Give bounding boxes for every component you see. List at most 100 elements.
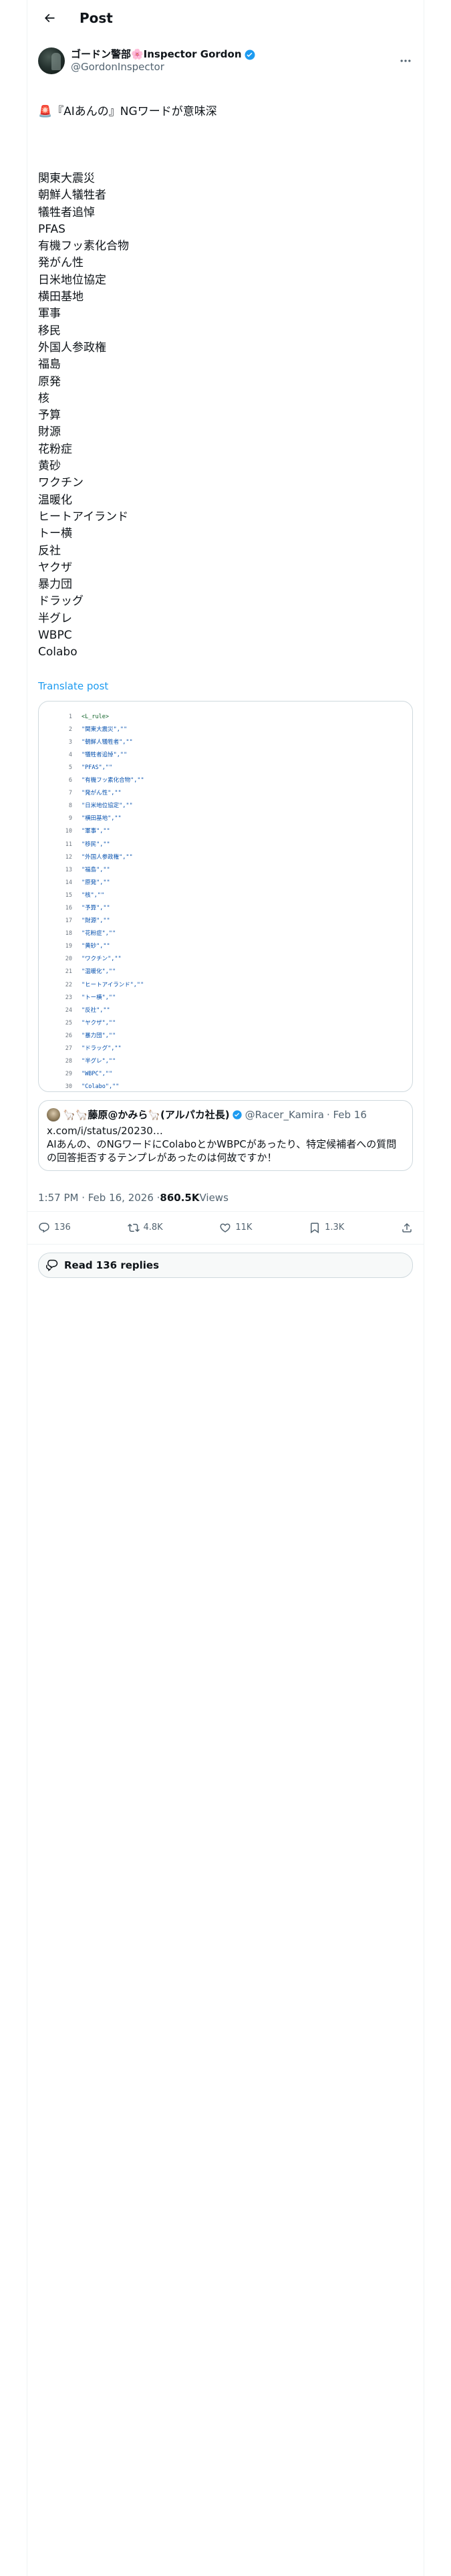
quoted-text: x.com/i/status/20230… AIあんの、のNGワードにColab… (47, 1124, 397, 1164)
tweet-line: 財源 (38, 425, 61, 439)
code-line-number: 24 (65, 1006, 72, 1014)
code-row: 19 "黄砂","" (57, 940, 144, 953)
code-line-number: 4 (68, 751, 72, 758)
code-line-text: "予算","" (82, 905, 110, 912)
bookmark-button[interactable]: 1.3K (309, 1222, 344, 1234)
avatar[interactable] (38, 47, 65, 74)
reply-button[interactable]: 136 (38, 1222, 71, 1234)
tweet-word-list: 関東大震災 朝鮮人犠牲者 犠牲者追悼 PFAS 有機フッ素化合物 発がん性 日米地位協定 横田… (38, 171, 413, 661)
code-line-number: 17 (65, 918, 72, 925)
code-line-text: "有機フッ素化合物","" (82, 777, 144, 784)
code-line-number: 25 (65, 1019, 72, 1027)
code-row: 2 "関東大震災","" (57, 724, 144, 736)
code-row: 23 "トー横","" (57, 992, 144, 1004)
code-row: 17 "財源","" (57, 915, 144, 928)
tweet-line: 暴力団 (38, 578, 72, 592)
page: Post ゴードン警部🌸Inspector Gordon @GordonInsp… (0, 0, 451, 2576)
code-line-text: "移民","" (82, 841, 110, 848)
code-line-text: "財源","" (82, 918, 110, 925)
code-line-number: 5 (68, 764, 72, 771)
code-row: 5 "PFAS","" (57, 762, 144, 774)
attached-code-image[interactable]: 1 <L_rule> 2 "関東大震災","" 3 "朝鮮人犠牲者","" 4 "犠牲者追悼"… (38, 700, 413, 1092)
author-name-row: ゴードン警部🌸Inspector Gordon (71, 48, 256, 61)
code-line-text: "外国人参政権","" (82, 853, 133, 861)
code-line-text: "温暖化","" (82, 968, 116, 976)
action-bar: 136 4.8K 11K 1.3K (27, 1212, 424, 1245)
verified-badge-icon (232, 1109, 243, 1120)
back-button[interactable] (38, 7, 61, 29)
tweet-line: 朝鮮人犠牲者 (38, 189, 106, 203)
code-line-number: 13 (65, 866, 72, 873)
code-line-number: 14 (65, 879, 72, 886)
bookmark-count: 1.3K (325, 1222, 345, 1233)
code-line-number: 28 (65, 1058, 72, 1065)
code-row: 18 "花粉症","" (57, 928, 144, 940)
repost-button[interactable]: 4.8K (127, 1222, 163, 1234)
tweet-line: 横田基地 (38, 290, 84, 304)
tweet-line: 原発 (38, 374, 61, 389)
tweet-line: 関東大震災 (38, 172, 95, 185)
code-line-text: "ワクチン","" (82, 956, 122, 963)
code-row: 8 "日米地位協定","" (57, 800, 144, 813)
code-line-text: "ヤクザ","" (82, 1019, 116, 1027)
read-replies-label: Read 136 replies (64, 1259, 160, 1271)
code-line-number: 7 (68, 790, 72, 797)
tweet-line: 軍事 (38, 307, 61, 321)
more-dots-icon (400, 60, 411, 62)
code-line-number: 30 (65, 1083, 72, 1091)
post-meta: 1:57 PM · Feb 16, 2026 · 860.5K Views (27, 1176, 424, 1212)
code-row: 25 "ヤクザ","" (57, 1017, 144, 1030)
code-line-number: 3 (68, 738, 72, 746)
code-line-text: "日米地位協定","" (82, 802, 133, 810)
code-row: 21 "温暖化","" (57, 966, 144, 978)
code-line-text: "暴力団","" (82, 1032, 116, 1039)
tweet-line: Colabo (38, 645, 78, 659)
tweet-line: 花粉症 (38, 442, 72, 456)
code-line-number: 18 (65, 930, 72, 938)
code-line-text: "Colabo","" (82, 1083, 120, 1091)
code-row: 12 "外国人参政権","" (57, 851, 144, 864)
code-row: 10 "軍事","" (57, 825, 144, 838)
views-label: Views (199, 1191, 229, 1204)
tweet-line: 有機フッ素化合物 (38, 239, 129, 253)
post-column: Post ゴードン警部🌸Inspector Gordon @GordonInsp… (27, 0, 424, 1278)
tweet-line: ヤクザ (38, 560, 72, 574)
tweet-line: PFAS (38, 222, 65, 236)
code-line-number: 2 (68, 726, 72, 733)
code-line-text: "ドラッグ","" (82, 1045, 122, 1053)
code-row: 27 "ドラッグ","" (57, 1043, 144, 1055)
code-row: 22 "ヒートアイランド","" (57, 979, 144, 992)
code-line-number: 27 (65, 1045, 72, 1053)
code-line-text: "ヒートアイランド","" (82, 981, 144, 988)
verified-badge-icon (244, 49, 256, 61)
tweet-line: WBPC (38, 629, 72, 643)
tweet-line: トー横 (38, 527, 72, 541)
code-row: 11 "移民","" (57, 839, 144, 851)
more-options-button[interactable] (396, 51, 416, 71)
read-replies-button[interactable]: Read 136 replies (38, 1252, 413, 1278)
chat-bubbles-icon (45, 1259, 58, 1271)
code-row: 16 "予算","" (57, 902, 144, 915)
tweet-line: 移民 (38, 324, 61, 338)
like-button[interactable]: 11K (219, 1222, 252, 1234)
code-line-number: 22 (65, 981, 72, 988)
author-name[interactable]: ゴードン警部🌸Inspector Gordon (71, 48, 242, 61)
post-header: Post (27, 0, 424, 36)
like-count: 11K (235, 1222, 253, 1233)
heart-icon (220, 1223, 231, 1232)
share-button[interactable] (401, 1222, 413, 1234)
author-row: ゴードン警部🌸Inspector Gordon @GordonInspector (27, 43, 424, 79)
quoted-author-name: 🦙🦙藤原@かみら🦙(アルパカ社長) (63, 1108, 230, 1121)
tweet-text: 🚨『AIあんの』NGワードが意味深 関東大震災 朝鮮人犠牲者 犠牲者追悼 PFAS 有機… (27, 79, 424, 678)
author-handle[interactable]: @GordonInspector (71, 61, 256, 74)
tweet-line: 福島 (38, 358, 61, 372)
code-row: 26 "暴力団","" (57, 1030, 144, 1043)
quoted-post[interactable]: 🦙🦙藤原@かみら🦙(アルパカ社長) @Racer_Kamira · Feb 16… (38, 1099, 413, 1171)
reply-icon (39, 1222, 49, 1232)
code-row: 6 "有機フッ素化合物","" (57, 774, 144, 787)
code-line-text: "原発","" (82, 879, 110, 886)
translate-post-link[interactable]: Translate post (27, 678, 424, 693)
post-timestamp[interactable]: 1:57 PM · Feb 16, 2026 · (38, 1192, 160, 1204)
view-count: 860.5K (160, 1191, 200, 1204)
